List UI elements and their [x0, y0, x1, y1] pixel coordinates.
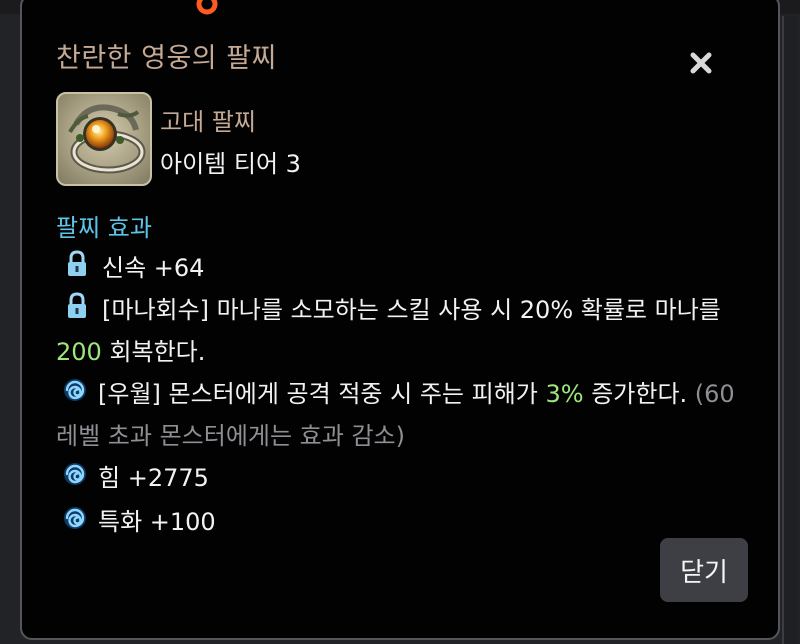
superiority-note: 레벨 초과 몬스터에게는 효과 감소) — [56, 422, 405, 450]
mana-recovery-suffix: 회복한다. — [101, 338, 206, 366]
superiority-text: [우월] 몬스터에게 공격 적중 시 주는 피해가 — [98, 380, 546, 408]
superiority-value: 3% — [545, 380, 584, 408]
effect-line-strength: 힘 +2775 — [98, 464, 209, 492]
lock-icon — [68, 292, 86, 318]
effects-section-title: 팔찌 효과 — [56, 214, 152, 242]
effect-line-superiority: [우월] 몬스터에게 공격 적중 시 주는 피해가 3% 증가한다. (60 — [98, 374, 735, 409]
mana-recovery-value: 200 — [56, 338, 102, 366]
background-panel-edge — [782, 16, 798, 644]
close-icon[interactable] — [684, 46, 718, 80]
dialog-title: 찬란한 영웅의 팔찌 — [56, 43, 277, 74]
notification-ring-icon — [196, 0, 218, 15]
effect-line-specialization: 특화 +100 — [98, 508, 216, 536]
bracelet-icon — [56, 92, 152, 186]
swirl-icon — [64, 463, 86, 485]
swirl-icon — [64, 379, 86, 401]
superiority-suffix: 증가한다. — [583, 380, 695, 408]
close-button[interactable]: 닫기 — [660, 538, 748, 602]
effect-line-mana-recovery-cont: 200 회복한다. — [56, 332, 205, 367]
item-tier: 아이템 티어 3 — [160, 150, 301, 178]
lock-icon — [68, 250, 86, 276]
superiority-note-start: (60 — [694, 380, 735, 408]
effect-line-mana-recovery: [마나회수] 마나를 소모하는 스킬 사용 시 20% 확률로 마나를 — [102, 296, 721, 324]
item-tooltip-dialog: 찬란한 영웅의 팔찌 고대 팔찌 아이템 티어 3 팔찌 효과 신속 +64 [… — [20, 0, 780, 640]
effect-line-speed: 신속 +64 — [102, 254, 205, 282]
swirl-icon — [64, 507, 86, 529]
bracelet-artwork — [68, 104, 146, 174]
item-grade: 고대 팔찌 — [160, 108, 256, 136]
